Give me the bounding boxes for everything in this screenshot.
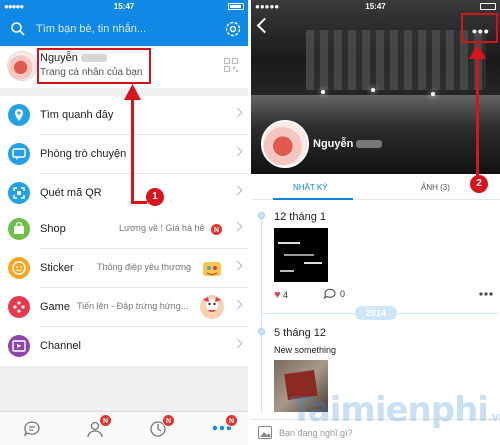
menu-label: Game [40, 301, 70, 313]
channel-icon [8, 335, 30, 357]
annotation-arrow-shaft [131, 96, 134, 202]
profile-name: Nguyễn [313, 138, 354, 150]
menu-item-channel[interactable]: Channel [0, 327, 248, 366]
year-separator: 2014 [355, 306, 397, 320]
avatar[interactable] [261, 120, 309, 168]
search-input[interactable]: Tìm bạn bè, tin nhắn... [36, 23, 146, 35]
menu-item-game[interactable]: Game Tiến lên - Đập trứng hứng... [0, 288, 248, 327]
status-time: 15:47 [365, 2, 386, 11]
post-reactions: ♥ 4 [274, 289, 288, 301]
chevron-right-icon [232, 260, 243, 271]
qr-scan-icon [8, 182, 30, 204]
menu-item-sticker[interactable]: Sticker Thông điệp yêu thương [0, 249, 248, 288]
gamepad-icon [8, 296, 30, 318]
gear-icon[interactable] [224, 20, 242, 38]
menu-hint: Tiến lên - Đập trứng hứng... [77, 301, 189, 311]
profile-tabs: NHẬT KÝ ẢNH (3) [251, 174, 500, 200]
step-number: 1 [146, 188, 164, 206]
chevron-right-icon [232, 338, 243, 349]
new-badge: N [210, 223, 223, 236]
chevron-right-icon [232, 107, 243, 118]
status-time: 15:47 [113, 2, 135, 11]
search-bar[interactable]: Tìm bạn bè, tin nhắn... [0, 13, 248, 46]
tab-diary[interactable]: NHẬT KÝ [293, 183, 328, 192]
chevron-right-icon [232, 185, 243, 196]
tab-photos[interactable]: ẢNH (3) [421, 183, 450, 192]
image-icon [258, 426, 272, 439]
post-photo[interactable] [274, 228, 328, 282]
heart-icon[interactable]: ♥ [274, 289, 281, 301]
watermark: Taimienphi.vn [290, 390, 500, 430]
qr-code-icon[interactable] [224, 58, 238, 72]
game-preview-icon [200, 295, 224, 319]
timeline-dot [258, 328, 265, 335]
search-icon [11, 22, 25, 36]
comment-icon[interactable] [323, 288, 337, 300]
status-bar: ●●●●● 15:47 [251, 0, 500, 13]
chevron-right-icon [232, 146, 243, 157]
menu-hint: Lương về ! Giá hà hê [119, 223, 205, 233]
profile-highlight [37, 48, 151, 84]
post-date: 12 tháng 1 [274, 211, 326, 223]
active-tab-indicator [273, 198, 353, 200]
status-bar: ●●●●● 15:47 [0, 0, 248, 13]
more-highlight [461, 13, 498, 43]
sticker-preview-icon [203, 262, 221, 276]
annotation-arrow-head [469, 44, 486, 59]
location-pin-icon [8, 104, 30, 126]
smiley-icon [8, 257, 30, 279]
like-count: 4 [283, 290, 289, 300]
menu-label: Sticker [40, 262, 74, 274]
post-more-icon[interactable] [479, 292, 493, 296]
tab-more-badge: N [225, 414, 238, 427]
profile-page: ●●●●● 15:47 ••• Nguyễn 2 NHẬT KÝ ẢNH (3)… [251, 0, 500, 445]
menu-label: Tìm quanh đây [40, 109, 114, 121]
chevron-right-icon [232, 221, 243, 232]
menu-item-qr-scan[interactable]: Quét mã QR [0, 174, 248, 213]
menu-label: Quét mã QR [40, 187, 102, 199]
menu-item-shop[interactable]: Shop Lương về ! Giá hà hê N [0, 210, 248, 249]
menu-label: Channel [40, 340, 81, 352]
annotation-arrow-shaft [476, 56, 479, 176]
annotation-arrow-connector [131, 201, 147, 204]
menu-item-chat-rooms[interactable]: Phòng trò chuyện [0, 135, 248, 174]
more-panel: ●●●●● 15:47 Tìm bạn bè, tin nhắn... Nguy… [0, 0, 248, 445]
battery-icon [480, 3, 496, 10]
menu-hint: Thông điệp yêu thương [97, 262, 191, 272]
timeline-dot [258, 212, 265, 219]
shopping-bag-icon [8, 218, 30, 240]
menu-label: Phòng trò chuyện [40, 148, 127, 160]
tab-messages-icon[interactable] [22, 419, 42, 439]
annotation-arrow-head [124, 84, 141, 100]
menu-item-nearby[interactable]: Tìm quanh đây [0, 96, 248, 135]
menu-label: Shop [40, 223, 66, 235]
tab-contacts-badge: N [99, 414, 112, 427]
battery-icon [228, 3, 244, 10]
tab-diary-badge: N [162, 414, 175, 427]
post-date: 5 tháng 12 [274, 327, 326, 339]
chat-room-icon [8, 143, 30, 165]
blurred-name [356, 140, 383, 149]
chevron-right-icon [232, 299, 243, 310]
timeline-line [261, 212, 262, 412]
avatar [7, 51, 37, 81]
post-text: New something [274, 345, 337, 355]
comment-count: 0 [340, 289, 346, 299]
bottom-tab-bar: N N N [0, 411, 248, 445]
